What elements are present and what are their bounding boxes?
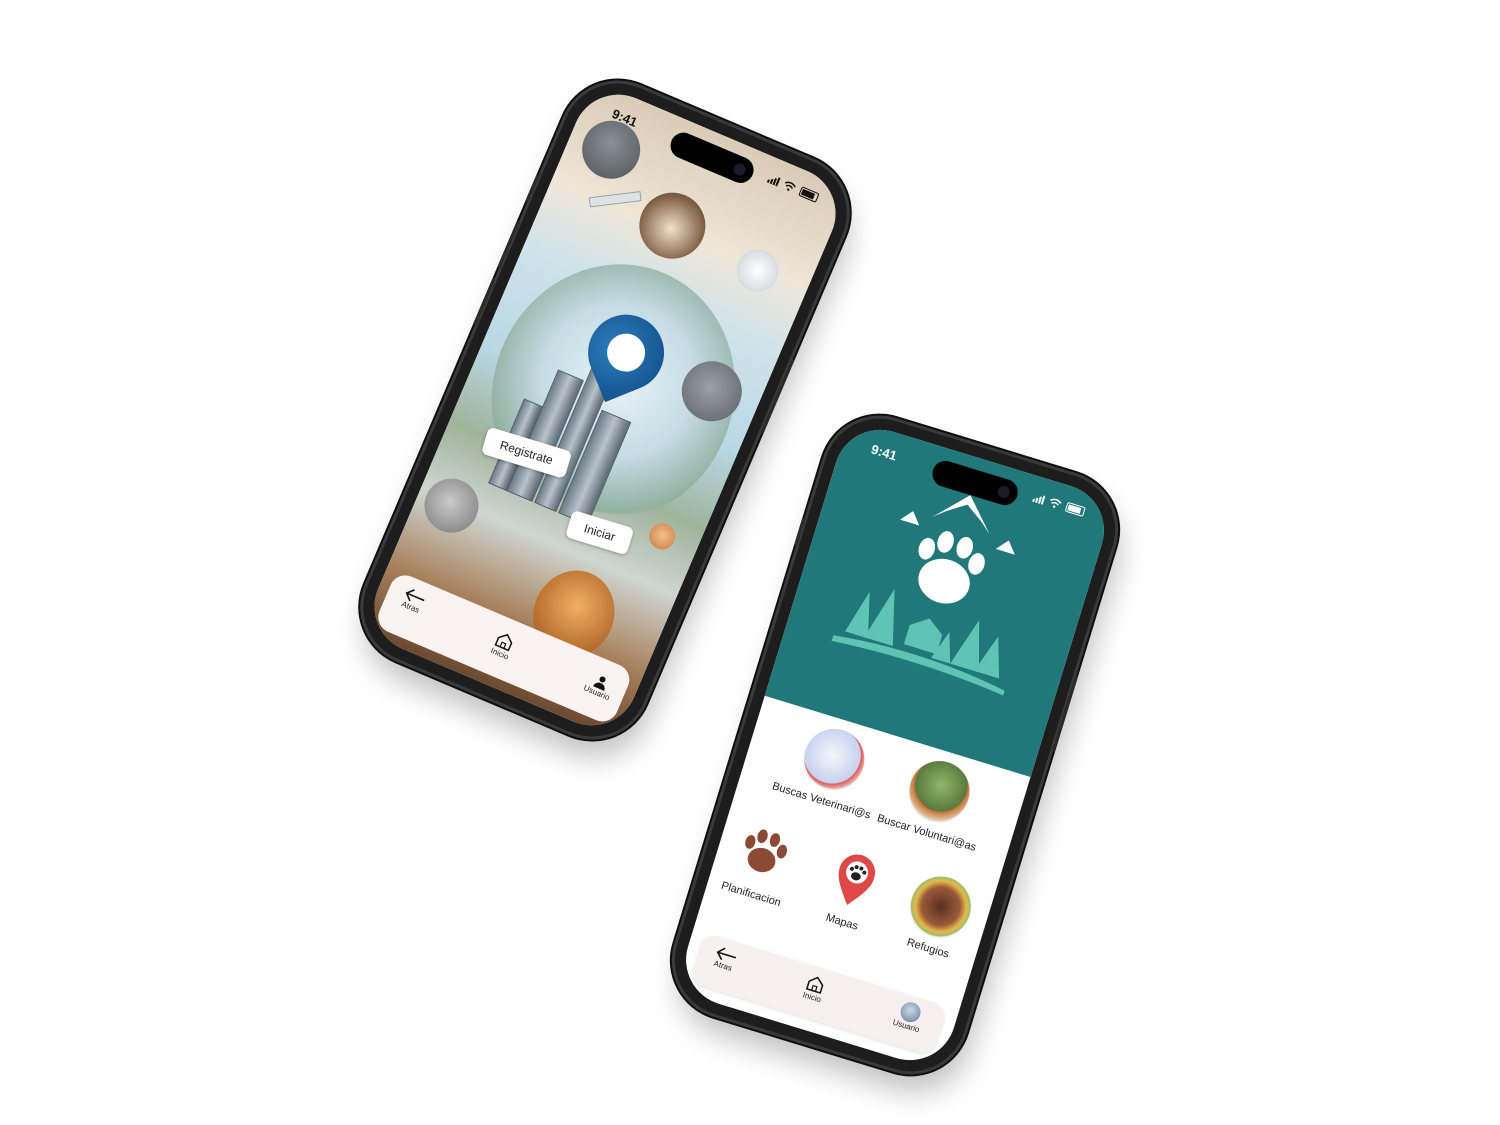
nav-user[interactable]: Usuario bbox=[582, 670, 616, 702]
veterinarian-illustration-icon bbox=[796, 721, 872, 797]
nav-user[interactable]: Usuario bbox=[892, 999, 927, 1034]
bottom-nav: Atras Inicio Usuario bbox=[689, 932, 948, 1057]
menu-item-label: Mapas bbox=[824, 911, 860, 933]
mute-switch bbox=[794, 517, 806, 546]
phone-home-screen: 9:41 Buscas Veterinari@s Buscar Voluntar… bbox=[660, 404, 1130, 1086]
shelter-dog-illustration-icon bbox=[903, 868, 979, 944]
nav-home[interactable]: Inicio bbox=[489, 629, 517, 662]
nav-back[interactable]: Atras bbox=[711, 945, 739, 973]
map-pin-paw-icon bbox=[838, 854, 875, 905]
menu-item-shelters[interactable]: Refugios bbox=[874, 862, 1003, 971]
mute-switch bbox=[525, 174, 540, 202]
volunteer-illustration-icon bbox=[902, 753, 977, 829]
menu-item-label: Refugios bbox=[905, 936, 951, 961]
home-screen: 9:41 Buscas Veterinari@s Buscar Voluntar… bbox=[674, 418, 1116, 1072]
nav-home[interactable]: Inicio bbox=[802, 973, 828, 1004]
menu-item-volunteers[interactable]: Buscar Voluntari@as bbox=[872, 746, 1001, 855]
logo-paw-forest-icon bbox=[831, 495, 1015, 696]
paw-print-icon bbox=[745, 829, 788, 873]
nav-back[interactable]: Atras bbox=[399, 586, 428, 616]
